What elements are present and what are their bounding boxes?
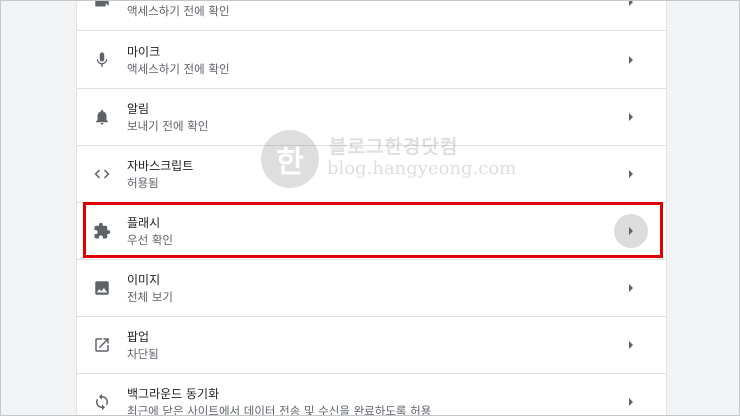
row-arrow-button[interactable] xyxy=(614,328,648,362)
row-title: 자바스크립트 xyxy=(127,159,194,173)
settings-row-flash[interactable]: 플래시 우선 확인 xyxy=(77,202,666,260)
settings-row-background-sync[interactable]: 백그라운드 동기화 최근에 닫은 사이트에서 데이터 전송 및 수신을 완료하도… xyxy=(77,373,666,416)
settings-row-popups[interactable]: 팝업 차단됨 xyxy=(77,316,666,374)
row-title: 백그라운드 동기화 xyxy=(127,387,220,401)
site-settings-panel: 액세스하기 전에 확인 마이크 액세스하기 전에 확인 알림 보내기 전에 확인 xyxy=(76,1,667,416)
image-icon xyxy=(93,279,111,297)
row-title: 알림 xyxy=(127,102,150,116)
row-subtitle: 허용됨 xyxy=(127,176,159,190)
sync-icon xyxy=(93,393,111,411)
chevron-right-icon xyxy=(629,226,633,235)
settings-row-microphone[interactable]: 마이크 액세스하기 전에 확인 xyxy=(77,31,666,89)
settings-row-notifications[interactable]: 알림 보내기 전에 확인 xyxy=(77,88,666,146)
row-title: 플래시 xyxy=(127,216,161,230)
chevron-right-icon xyxy=(629,397,633,406)
chevron-right-icon xyxy=(629,169,633,178)
settings-row-camera[interactable]: 액세스하기 전에 확인 xyxy=(77,1,666,31)
row-arrow-button[interactable] xyxy=(614,213,648,248)
mic-icon xyxy=(93,51,111,69)
settings-row-javascript[interactable]: 자바스크립트 허용됨 xyxy=(77,145,666,203)
row-subtitle: 액세스하기 전에 확인 xyxy=(127,62,230,76)
row-title: 팝업 xyxy=(127,330,150,344)
videocam-icon xyxy=(93,1,111,11)
puzzle-icon xyxy=(93,222,111,240)
chevron-right-icon xyxy=(629,283,633,292)
row-title: 마이크 xyxy=(127,45,161,59)
chevron-right-icon xyxy=(629,340,633,349)
settings-row-images[interactable]: 이미지 전체 보기 xyxy=(77,259,666,317)
row-arrow-button[interactable] xyxy=(614,100,648,134)
code-icon xyxy=(93,165,111,183)
chevron-right-icon xyxy=(629,112,633,121)
row-subtitle: 보내기 전에 확인 xyxy=(127,119,209,133)
row-arrow-button[interactable] xyxy=(614,1,648,19)
open-in-new-icon xyxy=(93,336,111,354)
chevron-right-icon xyxy=(629,55,633,64)
row-arrow-button[interactable] xyxy=(614,385,648,416)
bell-icon xyxy=(93,108,111,126)
chevron-right-icon xyxy=(629,1,633,6)
row-subtitle: 최근에 닫은 사이트에서 데이터 전송 및 수신을 완료하도록 허용 xyxy=(127,404,432,416)
row-subtitle: 액세스하기 전에 확인 xyxy=(127,4,230,18)
row-arrow-button[interactable] xyxy=(614,157,648,191)
row-title: 이미지 xyxy=(127,273,161,287)
row-subtitle: 차단됨 xyxy=(127,347,159,361)
row-arrow-button[interactable] xyxy=(614,271,648,305)
row-subtitle: 전체 보기 xyxy=(127,290,173,304)
row-subtitle: 우선 확인 xyxy=(127,233,173,247)
window-frame: 액세스하기 전에 확인 마이크 액세스하기 전에 확인 알림 보내기 전에 확인 xyxy=(0,0,740,416)
row-arrow-button[interactable] xyxy=(614,43,648,77)
